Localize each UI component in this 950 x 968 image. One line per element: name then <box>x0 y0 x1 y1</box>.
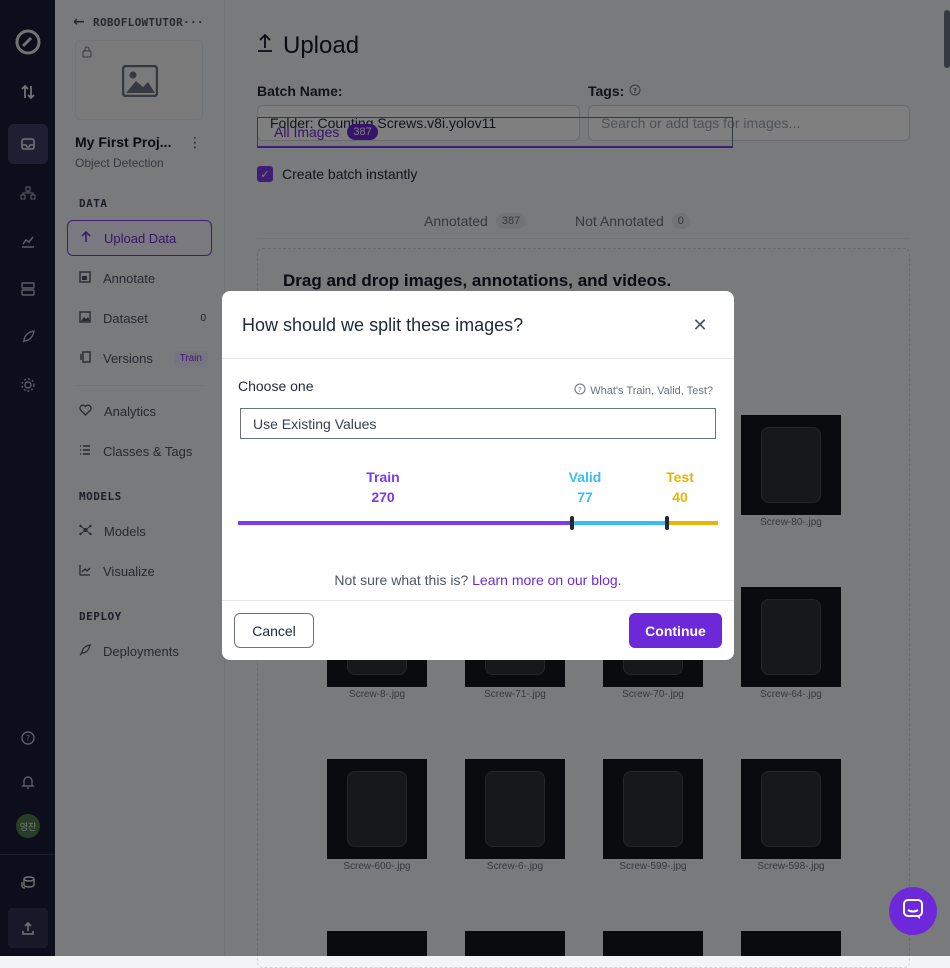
help-circle-icon: ? <box>574 383 586 398</box>
test-label: Test <box>666 469 694 485</box>
train-valid-slider-handle[interactable] <box>570 516 574 530</box>
test-value: 40 <box>672 489 688 505</box>
learn-more-link[interactable]: Learn more on our blog. <box>472 572 621 588</box>
test-bar <box>667 521 718 525</box>
modal-divider <box>222 358 734 359</box>
help-link[interactable]: ? What's Train, Valid, Test? <box>574 383 713 398</box>
help-link-text: What's Train, Valid, Test? <box>590 384 713 397</box>
train-label: Train <box>366 469 400 485</box>
note-text: Not sure what this is? <box>334 572 469 588</box>
chat-icon <box>902 898 924 925</box>
train-split-label: Train 270 <box>353 467 413 507</box>
learn-more-note: Not sure what this is? Learn more on our… <box>222 572 734 588</box>
continue-button[interactable]: Continue <box>629 613 722 648</box>
train-value: 270 <box>371 489 395 505</box>
svg-text:?: ? <box>578 386 582 394</box>
valid-label: Valid <box>568 469 602 485</box>
chat-launcher-button[interactable] <box>889 887 937 935</box>
train-bar <box>238 521 572 525</box>
modal-footer-divider <box>222 600 734 601</box>
test-split-label: Test 40 <box>650 467 710 507</box>
valid-value: 77 <box>577 489 593 505</box>
modal-title: How should we split these images? <box>242 315 524 335</box>
valid-split-label: Valid 77 <box>555 467 615 507</box>
valid-bar <box>572 521 667 525</box>
split-modal: How should we split these images? ✕ Choo… <box>222 291 734 660</box>
choose-label: Choose one <box>238 378 314 394</box>
close-icon[interactable]: ✕ <box>688 313 712 337</box>
split-method-select[interactable]: Use Existing Values <box>240 408 716 439</box>
valid-test-slider-handle[interactable] <box>665 516 669 530</box>
cancel-button[interactable]: Cancel <box>234 613 314 648</box>
